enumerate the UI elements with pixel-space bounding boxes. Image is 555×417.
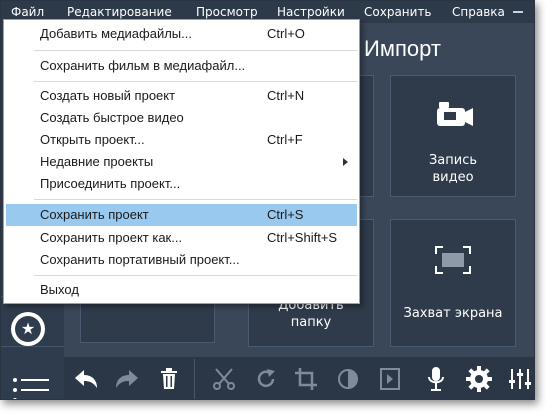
- rotate-button[interactable]: [250, 363, 282, 395]
- menu-item-label: Выход: [40, 282, 79, 297]
- microphone-icon: [428, 367, 444, 391]
- list-icon[interactable]: [11, 372, 51, 400]
- menu-save[interactable]: Сохранить: [364, 5, 432, 19]
- menu-item-shortcut: Ctrl+S: [267, 207, 304, 222]
- redo-button[interactable]: [111, 363, 143, 395]
- menu-separator: [34, 50, 357, 51]
- menu-item-add-media[interactable]: Добавить медиафайлы... Ctrl+O: [6, 23, 357, 45]
- screen-capture-icon: [435, 246, 471, 274]
- cut-button[interactable]: [208, 363, 240, 395]
- menu-item-save-portable-project[interactable]: Сохранить портативный проект...: [6, 249, 357, 271]
- menu-item-shortcut: Ctrl+Shift+S: [267, 230, 338, 245]
- crop-button[interactable]: [290, 363, 322, 395]
- delete-button[interactable]: [153, 363, 185, 395]
- menu-help[interactable]: Справка: [452, 5, 505, 19]
- minimize-icon[interactable]: [511, 3, 525, 15]
- menu-view[interactable]: Просмотр: [196, 5, 258, 19]
- equalizer-button[interactable]: [504, 363, 534, 395]
- page-title: Импорт: [364, 36, 441, 61]
- crop-icon: [295, 368, 317, 390]
- equalizer-icon: [509, 369, 531, 389]
- color-adjust-icon: [338, 369, 358, 389]
- settings-button[interactable]: [463, 363, 495, 395]
- menu-item-label: Сохранить фильм в медиафайл...: [40, 58, 246, 73]
- tile-label: папку: [290, 315, 332, 330]
- menu-item-label: Создать новый проект: [40, 88, 176, 103]
- menu-separator: [34, 275, 357, 276]
- menu-edit[interactable]: Редактирование: [67, 5, 172, 19]
- star-icon: ★: [15, 316, 41, 342]
- video-camera-icon: [437, 102, 473, 126]
- menu-item-shortcut: Ctrl+N: [267, 88, 305, 103]
- menu-item-label: Создать быстрое видео: [40, 110, 184, 125]
- tile-label: Запись: [428, 153, 478, 168]
- menu-file[interactable]: Файл: [11, 5, 44, 19]
- menu-item-quick-video[interactable]: Создать быстрое видео: [6, 107, 357, 129]
- menu-item-exit[interactable]: Выход: [6, 279, 357, 301]
- file-menu-dropdown: Добавить медиафайлы... Ctrl+O Сохранить …: [3, 19, 360, 304]
- menu-item-save-project[interactable]: Сохранить проект Ctrl+S: [6, 204, 357, 226]
- tile-label: видео: [432, 170, 474, 185]
- menu-item-shortcut: Ctrl+F: [267, 132, 303, 147]
- menu-item-attach-project[interactable]: Присоединить проект...: [6, 173, 357, 195]
- record-video-tile[interactable]: Запись видео: [390, 75, 516, 197]
- clip-properties-icon: [380, 368, 400, 390]
- menu-item-label: Открыть проект...: [40, 132, 145, 147]
- toolbar: [64, 357, 534, 399]
- menu-settings[interactable]: Настройки: [277, 5, 345, 19]
- color-adjust-button[interactable]: [332, 363, 364, 395]
- menu-separator: [34, 81, 357, 82]
- menu-item-label: Недавние проекты: [40, 154, 154, 169]
- tile-label: Захват экрана: [403, 306, 503, 321]
- settings-icon: [466, 366, 492, 392]
- toolbar-divider: [194, 359, 195, 399]
- submenu-arrow-icon: [343, 158, 348, 166]
- menu-item-label: Сохранить портативный проект...: [40, 252, 240, 267]
- menu-item-label: Сохранить проект: [40, 207, 149, 222]
- clip-properties-button[interactable]: [374, 363, 406, 395]
- star-button[interactable]: ★: [11, 312, 45, 346]
- menu-item-shortcut: Ctrl+O: [267, 26, 305, 41]
- undo-icon: [75, 370, 97, 388]
- menu-item-recent-projects[interactable]: Недавние проекты: [6, 151, 357, 173]
- menu-item-save-movie[interactable]: Сохранить фильм в медиафайл...: [6, 55, 357, 77]
- menu-separator: [34, 199, 357, 200]
- redo-icon: [116, 370, 138, 388]
- cut-icon: [213, 368, 235, 390]
- menu-item-save-project-as[interactable]: Сохранить проект как... Ctrl+Shift+S: [6, 227, 357, 249]
- menu-item-label: Сохранить проект как...: [40, 230, 183, 245]
- menu-item-label: Добавить медиафайлы...: [40, 26, 192, 41]
- menu-item-label: Присоединить проект...: [40, 176, 181, 191]
- undo-button[interactable]: [70, 363, 102, 395]
- menu-item-new-project[interactable]: Создать новый проект Ctrl+N: [6, 85, 357, 107]
- sidebar-divider: [1, 346, 64, 347]
- menu-item-open-project[interactable]: Открыть проект... Ctrl+F: [6, 129, 357, 151]
- screen-capture-tile[interactable]: Захват экрана: [390, 219, 516, 347]
- record-audio-button[interactable]: [420, 363, 452, 395]
- delete-icon: [161, 368, 177, 389]
- rotate-icon: [257, 369, 275, 388]
